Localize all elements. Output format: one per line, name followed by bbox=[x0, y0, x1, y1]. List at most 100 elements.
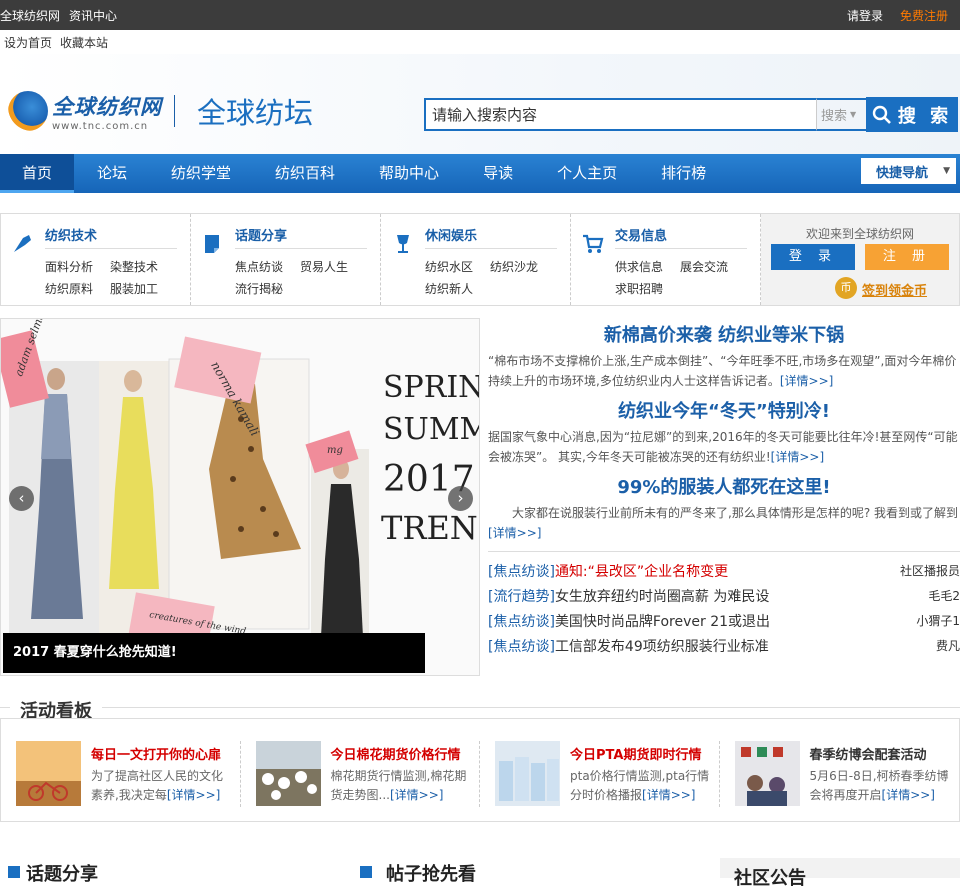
site-logo[interactable]: 全球纺织网 www.tnc.com.cn 全球纺坛 bbox=[8, 90, 313, 132]
nav-home[interactable]: 首页 bbox=[0, 154, 74, 193]
category-link[interactable]: 服装加工 bbox=[110, 278, 175, 300]
shopping-cart-icon bbox=[583, 234, 604, 253]
news-more-link[interactable]: [详情>>] bbox=[771, 450, 824, 464]
divider bbox=[235, 248, 367, 249]
list-item[interactable]: [焦点纺谈]美国快时尚品牌Forever 21或退出 小猬子1 bbox=[488, 608, 960, 633]
sub-bar: 设为首页 收藏本站 bbox=[0, 30, 960, 54]
category-link[interactable]: 面料分析 bbox=[45, 256, 110, 278]
nav-encyclopedia[interactable]: 纺织百科 bbox=[275, 154, 335, 193]
topic-tag[interactable]: [焦点纺谈] bbox=[488, 639, 555, 655]
topic-title[interactable]: 美国快时尚品牌Forever 21或退出 bbox=[555, 614, 770, 630]
login-button[interactable]: 登 录 bbox=[771, 244, 855, 270]
search-type-select[interactable]: 搜索 ▼ bbox=[816, 98, 866, 131]
news-headline[interactable]: 99%的服装人都死在这里! bbox=[488, 473, 960, 499]
topic-title[interactable]: 女生放弃纽约时尚圈高薪 为难民设 bbox=[555, 589, 769, 605]
slide-text: TRENDS bbox=[381, 509, 480, 547]
category-topics: 话题分享 焦点纺谈 贸易人生 流行揭秘 bbox=[191, 214, 381, 305]
welcome-text: 欢迎来到全球纺织网 bbox=[806, 227, 915, 241]
topic-tag[interactable]: [焦点纺谈] bbox=[488, 564, 555, 580]
category-title[interactable]: 交易信息 bbox=[615, 225, 667, 244]
category-tech: 纺织技术 面料分析 染整技术 纺织原料 服装加工 bbox=[1, 214, 191, 305]
quick-nav-label: 快捷导航 bbox=[876, 165, 929, 181]
news-headline[interactable]: 纺织业今年“冬天”特别冷! bbox=[488, 397, 960, 423]
nav-forum[interactable]: 论坛 bbox=[97, 154, 127, 193]
nav-school[interactable]: 纺织学堂 bbox=[171, 154, 231, 193]
list-item[interactable]: [焦点纺谈]通知:“县改区”企业名称变更 社区播报员 bbox=[488, 558, 960, 583]
login-link[interactable]: 请登录 bbox=[847, 9, 883, 23]
activity-card[interactable]: 今日棉花期货价格行情 棉花期货行情监测,棉花期货走势图...[详情>>] bbox=[241, 719, 480, 821]
activity-card[interactable]: 春季纺博会配套活动 5月6日-8日,柯桥春季纺博会将再度开启[详情>>] bbox=[720, 719, 960, 821]
category-link[interactable]: 展会交流 bbox=[680, 256, 745, 278]
category-links: 焦点纺谈 贸易人生 流行揭秘 bbox=[235, 256, 375, 300]
category-link[interactable]: 焦点纺谈 bbox=[235, 256, 300, 278]
activity-more-link[interactable]: [详情>>] bbox=[167, 788, 220, 802]
activity-title[interactable]: 今日PTA期货即时行情 bbox=[570, 744, 701, 763]
category-link[interactable]: 供求信息 bbox=[615, 256, 680, 278]
activity-thumbnail bbox=[734, 741, 800, 806]
category-link[interactable]: 贸易人生 bbox=[300, 256, 365, 278]
news-more-link[interactable]: [详情>>] bbox=[780, 374, 833, 388]
quick-nav-dropdown[interactable]: 快捷导航 ▼ bbox=[861, 158, 956, 184]
sign-in-coins-link[interactable]: 签到领金币 bbox=[862, 280, 927, 299]
register-link[interactable]: 免费注册 bbox=[900, 9, 948, 23]
category-link[interactable]: 纺织水区 bbox=[425, 256, 490, 278]
category-title[interactable]: 话题分享 bbox=[235, 225, 287, 244]
activities-board: 每日一文打开你的心扉 为了提高社区人民的文化素养,我决定每[详情>>] 今日棉花… bbox=[0, 718, 960, 822]
news-headline[interactable]: 新棉高价来袭 纺织业等米下锅 bbox=[488, 321, 960, 347]
activity-title[interactable]: 今日棉花期货价格行情 bbox=[331, 744, 461, 763]
image-slider[interactable]: SPRING- SUMMER 2017 TRENDS adam selman n… bbox=[0, 318, 480, 676]
slide-caption[interactable]: 2017 春夏穿什么抢先知道! bbox=[3, 633, 425, 673]
category-link[interactable]: 纺织沙龙 bbox=[490, 256, 555, 278]
news-panel: 新棉高价来袭 纺织业等米下锅 “棉布市场不支撑棉价上涨,生产成本倒挂”、“今年旺… bbox=[488, 318, 960, 658]
category-link[interactable]: 求职招聘 bbox=[615, 278, 680, 300]
divider bbox=[615, 248, 747, 249]
activity-title[interactable]: 春季纺博会配套活动 bbox=[810, 744, 927, 763]
activities-header: 活动看板 bbox=[0, 696, 960, 723]
nav-help[interactable]: 帮助中心 bbox=[379, 154, 439, 193]
category-links: 供求信息 展会交流 求职招聘 bbox=[615, 256, 755, 300]
category-link[interactable]: 纺织新人 bbox=[425, 278, 490, 300]
category-title[interactable]: 纺织技术 bbox=[45, 225, 97, 244]
topic-author[interactable]: 社区播报员 bbox=[900, 562, 960, 579]
nav-profile[interactable]: 个人主页 bbox=[557, 154, 617, 193]
set-homepage-link[interactable]: 设为首页 bbox=[4, 34, 52, 51]
list-item[interactable]: [焦点纺谈]工信部发布49项纺织服装行业标准 费凡 bbox=[488, 633, 960, 658]
search-type-label: 搜索 bbox=[821, 109, 848, 124]
activity-card[interactable]: 每日一文打开你的心扉 为了提高社区人民的文化素养,我决定每[详情>>] bbox=[1, 719, 241, 821]
topic-tag[interactable]: [焦点纺谈] bbox=[488, 614, 555, 630]
globe-logo-icon bbox=[8, 91, 48, 131]
list-item[interactable]: [流行趋势]女生放弃纽约时尚圈高薪 为难民设 毛毛2 bbox=[488, 583, 960, 608]
activity-more-link[interactable]: [详情>>] bbox=[882, 788, 935, 802]
topic-tag[interactable]: [流行趋势] bbox=[488, 589, 555, 605]
topic-author[interactable]: 毛毛2 bbox=[928, 587, 960, 604]
caret-down-icon: ▼ bbox=[943, 166, 950, 176]
brush-icon bbox=[14, 235, 31, 252]
section-title: 话题分享 bbox=[26, 864, 98, 885]
category-title[interactable]: 休闲娱乐 bbox=[425, 225, 477, 244]
caret-down-icon: ▼ bbox=[850, 110, 857, 119]
activity-title[interactable]: 每日一文打开你的心扉 bbox=[91, 744, 221, 763]
top-link-news[interactable]: 资讯中心 bbox=[69, 9, 117, 23]
next-arrow-icon[interactable]: › bbox=[448, 486, 473, 511]
activity-more-link[interactable]: [详情>>] bbox=[642, 788, 695, 802]
topic-author[interactable]: 费凡 bbox=[936, 637, 960, 654]
wine-glass-icon bbox=[397, 235, 409, 253]
nav-guide[interactable]: 导读 bbox=[483, 154, 513, 193]
prev-arrow-icon[interactable]: ‹ bbox=[9, 486, 34, 511]
nav-ranking[interactable]: 排行榜 bbox=[661, 154, 706, 193]
search-input[interactable] bbox=[424, 98, 816, 131]
topic-title[interactable]: 工信部发布49项纺织服装行业标准 bbox=[555, 639, 769, 655]
activity-card[interactable]: 今日PTA期货即时行情 pta价格行情监测,pta行情分时价格播报[详情>>] bbox=[480, 719, 720, 821]
activity-more-link[interactable]: [详情>>] bbox=[390, 788, 443, 802]
bookmark-link[interactable]: 收藏本站 bbox=[60, 34, 108, 51]
news-more-link[interactable]: [详情>>] bbox=[488, 526, 541, 540]
top-link-home[interactable]: 全球纺织网 bbox=[0, 9, 60, 23]
topic-author[interactable]: 小猬子1 bbox=[916, 612, 960, 629]
topic-title[interactable]: 通知:“县改区”企业名称变更 bbox=[555, 564, 728, 580]
category-link[interactable]: 纺织原料 bbox=[45, 278, 110, 300]
register-button[interactable]: 注 册 bbox=[865, 244, 949, 270]
category-link[interactable]: 流行揭秘 bbox=[235, 278, 300, 300]
category-link[interactable]: 染整技术 bbox=[110, 256, 175, 278]
search-button[interactable]: 搜 索 bbox=[866, 97, 958, 132]
welcome-box: 欢迎来到全球纺织网 登 录 注 册 币 签到领金币 bbox=[761, 214, 959, 305]
